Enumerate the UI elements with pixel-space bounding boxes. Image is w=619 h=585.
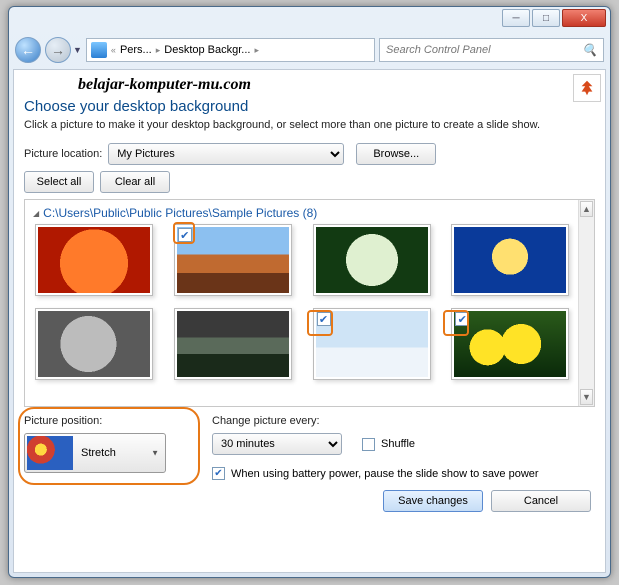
chevron-right-icon: ▸: [254, 45, 259, 56]
annotation-arrow-icon: [573, 74, 601, 102]
thumbnail-checkbox[interactable]: ✔: [178, 228, 192, 242]
dialog-footer: Save changes Cancel: [24, 480, 595, 514]
search-input[interactable]: Search Control Panel 🔍: [379, 38, 604, 62]
titlebar: ─ □ X: [9, 7, 610, 35]
thumbnail-image: [38, 227, 150, 293]
thumbnail-frame: [35, 308, 153, 380]
battery-checkbox[interactable]: ✔: [212, 467, 225, 480]
watermark-text: belajar-komputer-mu.com: [78, 76, 595, 94]
maximize-button[interactable]: □: [532, 9, 560, 27]
group-header[interactable]: ◢ C:\Users\Public\Public Pictures\Sample…: [33, 206, 576, 220]
thumbnail-frame: [313, 224, 431, 296]
thumbnail-image: [177, 311, 289, 377]
picture-position-label: Picture position:: [24, 415, 194, 427]
thumbnail-image: [316, 311, 428, 377]
settings-row: Picture position: Stretch Change picture…: [24, 415, 595, 480]
scrollbar[interactable]: ▲ ▼: [578, 200, 594, 406]
control-panel-icon: [91, 42, 107, 58]
thumbnail-image: [454, 227, 566, 293]
cancel-button[interactable]: Cancel: [491, 490, 591, 512]
select-all-button[interactable]: Select all: [24, 171, 94, 193]
thumbnail-checkbox[interactable]: ✔: [317, 312, 331, 326]
thumbnail-image: [177, 227, 289, 293]
change-every-label: Change picture every:: [212, 415, 595, 427]
thumbnail-desert[interactable]: ✔: [174, 224, 292, 296]
search-icon: 🔍: [582, 43, 597, 57]
address-bar-row: ← → ▼ « Pers... ▸ Desktop Backgr... ▸ Se…: [9, 35, 610, 65]
thumbnail-image: [316, 227, 428, 293]
thumbnail-orange-flower[interactable]: ✔: [35, 224, 153, 296]
thumbnail-jellyfish[interactable]: ✔: [451, 224, 569, 296]
search-placeholder: Search Control Panel: [386, 44, 491, 56]
pictures-grid-panel: ▲ ▼ ◢ C:\Users\Public\Public Pictures\Sa…: [24, 199, 595, 407]
minimize-button[interactable]: ─: [502, 9, 530, 27]
thumbnail-koala[interactable]: ✔: [35, 308, 153, 380]
position-preview-icon: [27, 436, 73, 470]
back-button[interactable]: ←: [15, 37, 41, 63]
page-subtitle: Click a picture to make it your desktop …: [24, 119, 595, 131]
thumbnail-lighthouse[interactable]: ✔: [174, 308, 292, 380]
clear-all-button[interactable]: Clear all: [100, 171, 170, 193]
nav-history-dropdown-icon[interactable]: ▼: [73, 45, 82, 55]
picture-position-select[interactable]: Stretch: [24, 433, 166, 473]
change-every-select[interactable]: 30 minutes: [212, 433, 342, 455]
scroll-down-icon[interactable]: ▼: [580, 389, 593, 405]
browse-button[interactable]: Browse...: [356, 143, 436, 165]
thumbnail-hydrangea[interactable]: ✔: [313, 224, 431, 296]
thumbnail-frame: [174, 308, 292, 380]
control-panel-window: ─ □ X ← → ▼ « Pers... ▸ Desktop Backgr..…: [8, 6, 611, 578]
save-changes-button[interactable]: Save changes: [383, 490, 483, 512]
thumbnail-image: [38, 311, 150, 377]
collapse-icon: ◢: [33, 209, 39, 218]
thumbnail-image: [454, 311, 566, 377]
chevron-right-icon: ▸: [156, 45, 161, 56]
thumbnail-frame: [451, 224, 569, 296]
close-button[interactable]: X: [562, 9, 606, 27]
breadcrumb-item[interactable]: Pers...: [120, 44, 152, 56]
breadcrumb-item[interactable]: Desktop Backgr...: [164, 44, 250, 56]
picture-location-label: Picture location:: [24, 148, 102, 160]
picture-location-select[interactable]: My Pictures: [108, 143, 344, 165]
thumbnail-penguins[interactable]: ✔: [313, 308, 431, 380]
thumbnail-tulips[interactable]: ✔: [451, 308, 569, 380]
content-area: belajar-komputer-mu.com Choose your desk…: [13, 69, 606, 573]
thumbnail-checkbox[interactable]: ✔: [455, 312, 469, 326]
battery-label: When using battery power, pause the slid…: [231, 468, 539, 480]
page-title: Choose your desktop background: [24, 98, 595, 115]
thumbnails-grid: ✔ ✔ ✔ ✔ ✔ ✔ ✔ ✔: [31, 224, 576, 380]
shuffle-checkbox[interactable]: [362, 438, 375, 451]
breadcrumb-sep-icon: «: [111, 45, 116, 55]
scroll-up-icon[interactable]: ▲: [580, 201, 593, 217]
breadcrumb[interactable]: « Pers... ▸ Desktop Backgr... ▸: [86, 38, 375, 62]
shuffle-label: Shuffle: [381, 438, 415, 450]
forward-button[interactable]: →: [45, 37, 71, 63]
thumbnail-frame: [35, 224, 153, 296]
